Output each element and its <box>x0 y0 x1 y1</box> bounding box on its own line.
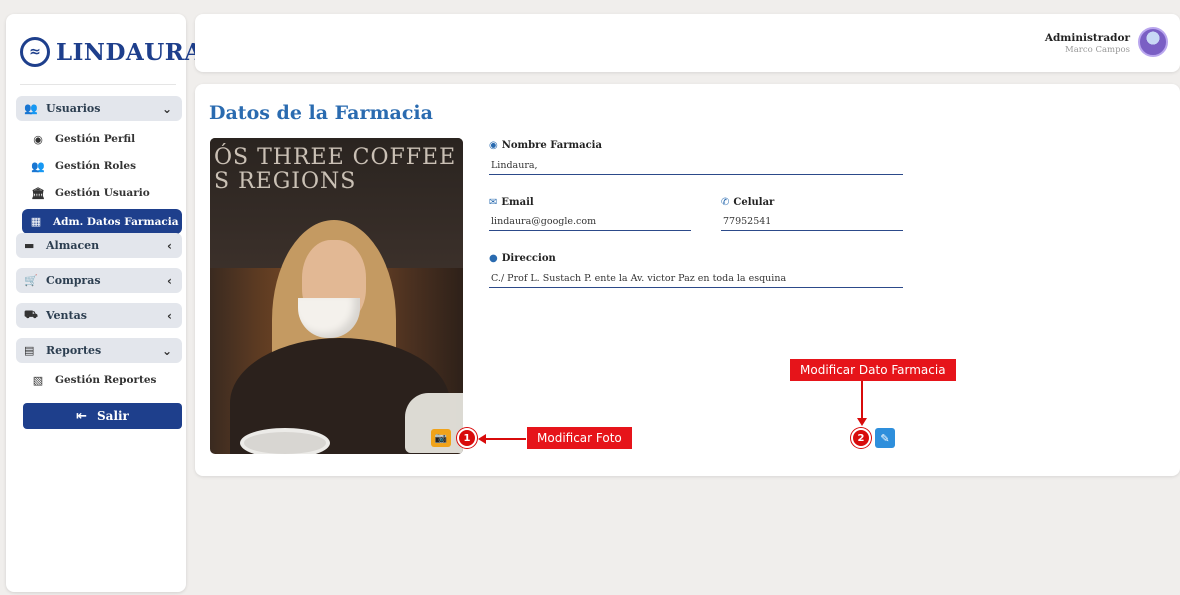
chevron-down-icon: ⌄ <box>161 101 172 116</box>
menu-group-label: Reportes <box>46 344 102 357</box>
user-circle-icon: ◉ <box>489 140 498 151</box>
celular-label: ✆ Celular <box>721 197 774 208</box>
change-photo-button[interactable]: 📷 <box>431 429 451 447</box>
sidebar-item-label: Gestión Roles <box>55 160 137 172</box>
chevron-down-icon: ⌄ <box>161 343 172 358</box>
nombre-farmacia-field[interactable] <box>489 157 903 175</box>
menu-group-usuarios[interactable]: 👥 Usuarios ⌄ <box>16 96 182 121</box>
menu-group-label: Ventas <box>46 309 87 322</box>
menu-group-ventas[interactable]: ⛟ Ventas ‹ <box>16 303 182 328</box>
logout-icon: ⇤ <box>76 408 87 424</box>
annotation-badge-1: 1 <box>457 428 477 448</box>
email-field[interactable] <box>489 213 691 231</box>
photo-plate <box>240 428 330 454</box>
clinic-icon: ▦ <box>30 215 42 228</box>
sidebar-item-adm-datos-farmacia[interactable]: ▦ Adm. Datos Farmacia <box>22 209 182 234</box>
menu-group-almacen[interactable]: ▬ Almacen ‹ <box>16 233 182 258</box>
pharmacy-data-card: Datos de la Farmacia ÓS THREE COFFEE S R… <box>195 84 1180 476</box>
sidebar-item-gestion-perfil[interactable]: ◉ Gestión Perfil <box>30 128 180 150</box>
edit-pharmacy-button[interactable]: ✎ <box>875 428 895 448</box>
store-icon: ▬ <box>24 239 35 252</box>
user-group-icon: 👥 <box>31 159 45 173</box>
menu-group-label: Compras <box>46 274 101 287</box>
envelope-icon: ✉ <box>489 197 498 208</box>
chevron-left-icon: ‹ <box>167 308 172 323</box>
sidebar-item-label: Gestión Reportes <box>55 374 157 386</box>
user-circle-icon: ◉ <box>33 132 43 146</box>
sidebar-item-label: Gestión Usuario <box>55 187 150 199</box>
pharmacy-photo: ÓS THREE COFFEE S REGIONS <box>210 138 463 454</box>
photo-sign-text: ÓS THREE COFFEE S REGIONS <box>214 145 457 194</box>
email-label: ✉ Email <box>489 197 534 208</box>
brand-logo[interactable]: ≈ LINDAURA <box>20 32 203 72</box>
nombre-farmacia-label: ◉ Nombre Farmacia <box>489 140 602 151</box>
logout-label: Salir <box>97 409 129 423</box>
dolly-icon: ⛟ <box>24 308 38 321</box>
sidebar-item-label: Gestión Perfil <box>55 133 136 145</box>
menu-group-label: Almacen <box>46 239 100 252</box>
top-header: Administrador Marco Campos <box>195 14 1180 72</box>
report-file-icon: ▤ <box>24 344 35 357</box>
file-chart-icon: ▧ <box>32 373 44 387</box>
direccion-label-text: Direccion <box>501 253 556 264</box>
building-icon: 🏛 <box>31 186 45 200</box>
annotation-arrow-2 <box>861 381 863 421</box>
user-role: Administrador <box>1044 32 1130 44</box>
sidebar-item-gestion-usuario[interactable]: 🏛 Gestión Usuario <box>30 182 180 204</box>
phone-icon: ✆ <box>721 197 730 208</box>
logout-button[interactable]: ⇤ Salir <box>23 403 182 429</box>
lindaura-logo-icon: ≈ <box>20 37 50 67</box>
menu-group-compras[interactable]: 🛒 Compras ‹ <box>16 268 182 293</box>
sidebar-item-gestion-roles[interactable]: 👥 Gestión Roles <box>30 155 180 177</box>
email-label-text: Email <box>501 197 534 208</box>
direccion-label: ● Direccion <box>489 253 556 264</box>
annotation-callout-1: Modificar Foto <box>527 427 632 449</box>
user-name: Marco Campos <box>1065 45 1130 55</box>
annotation-arrowhead-2 <box>857 418 867 426</box>
annotation-arrowhead-1 <box>478 434 486 444</box>
divider <box>20 84 176 85</box>
users-icon: 👥 <box>24 102 38 115</box>
menu-group-reportes[interactable]: ▤ Reportes ⌄ <box>16 338 182 363</box>
cart-icon: 🛒 <box>24 274 38 287</box>
sidebar-item-label: Adm. Datos Farmacia <box>53 215 179 228</box>
annotation-callout-2: Modificar Dato Farmacia <box>790 359 956 381</box>
avatar[interactable] <box>1138 27 1168 57</box>
menu-group-label: Usuarios <box>46 102 101 115</box>
chevron-left-icon: ‹ <box>167 273 172 288</box>
celular-label-text: Celular <box>733 197 775 208</box>
nombre-farmacia-label-text: Nombre Farmacia <box>501 140 602 151</box>
sidebar-item-gestion-reportes[interactable]: ▧ Gestión Reportes <box>30 369 180 391</box>
direccion-field[interactable] <box>489 270 903 288</box>
edit-icon: ✎ <box>880 431 890 445</box>
brand-name: LINDAURA <box>56 38 203 66</box>
annotation-arrow-1 <box>480 438 526 440</box>
user-info[interactable]: Administrador Marco Campos <box>1045 32 1130 55</box>
chevron-left-icon: ‹ <box>167 238 172 253</box>
camera-icon: 📷 <box>434 432 448 444</box>
annotation-badge-2: 2 <box>851 428 871 448</box>
celular-field[interactable] <box>721 213 903 231</box>
page-title: Datos de la Farmacia <box>209 102 433 124</box>
map-marker-icon: ● <box>489 253 498 264</box>
sidebar: ≈ LINDAURA 👥 Usuarios ⌄ ◉ Gestión Perfil… <box>6 14 202 592</box>
